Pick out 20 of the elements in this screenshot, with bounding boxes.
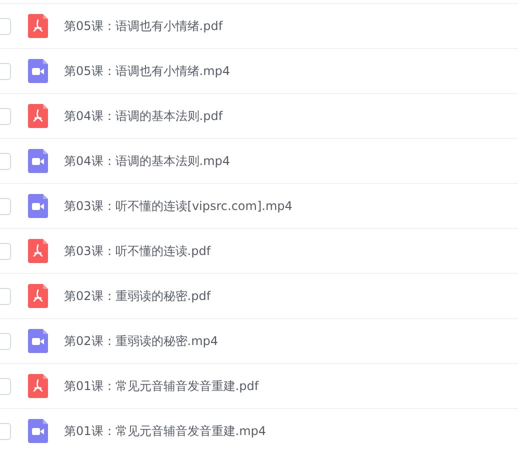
file-name[interactable]: 第01课：常见元音辅音发音重建.mp4	[64, 422, 266, 440]
pdf-file-icon	[28, 104, 48, 128]
file-name[interactable]: 第04课：语调的基本法则.mp4	[64, 152, 230, 170]
video-file-icon	[28, 149, 48, 173]
file-name[interactable]: 第05课：语调也有小情绪.mp4	[64, 62, 230, 80]
file-name[interactable]: 第03课：听不懂的连读[vipsrc.com].mp4	[64, 197, 292, 215]
video-file-icon	[28, 419, 48, 443]
file-name[interactable]: 第05课：语调也有小情绪.pdf	[64, 17, 223, 35]
file-name[interactable]: 第01课：常见元音辅音发音重建.pdf	[64, 377, 259, 395]
video-file-icon	[28, 329, 48, 353]
file-name[interactable]: 第03课：听不懂的连读.pdf	[64, 242, 211, 260]
pdf-file-icon	[28, 374, 48, 398]
file-name[interactable]: 第02课：重弱读的秘密.pdf	[64, 287, 211, 305]
pdf-file-icon	[28, 14, 48, 38]
pdf-file-icon	[28, 239, 48, 263]
pdf-file-icon	[28, 284, 48, 308]
file-name[interactable]: 第02课：重弱读的秘密.mp4	[64, 332, 218, 350]
video-file-icon	[28, 194, 48, 218]
video-file-icon	[28, 59, 48, 83]
file-name[interactable]: 第04课：语调的基本法则.pdf	[64, 107, 223, 125]
